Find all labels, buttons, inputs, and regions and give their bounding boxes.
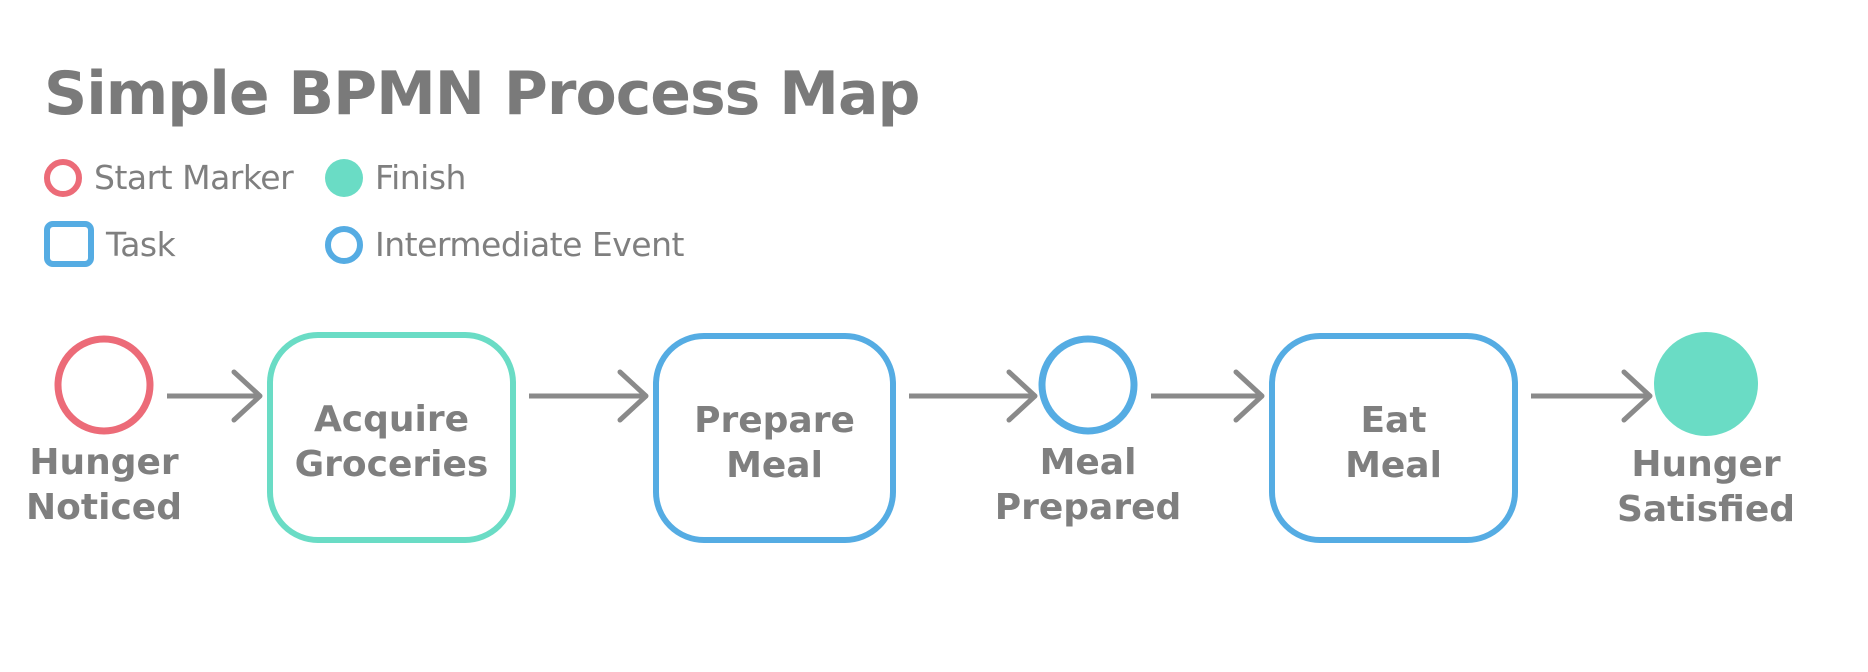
node-label: Satisfied — [1617, 489, 1795, 530]
start-event-shape — [54, 335, 154, 435]
node-prepared[interactable]: MealPrepared — [995, 335, 1182, 528]
intermediate-event-shape — [1038, 335, 1138, 435]
sequence-flow-arrow — [529, 369, 649, 423]
node-eat[interactable]: EatMeal — [1269, 333, 1518, 543]
node-label: Groceries — [295, 444, 489, 485]
node-label: Meal — [1345, 445, 1442, 486]
node-label: Prepare — [694, 400, 855, 441]
end-event-shape — [1654, 332, 1758, 436]
node-label: Acquire — [314, 399, 469, 440]
node-finish[interactable]: HungerSatisfied — [1617, 332, 1795, 530]
node-label: Meal — [726, 445, 823, 486]
node-label: Hunger — [1631, 444, 1781, 485]
node-label: Hunger — [29, 442, 179, 483]
node-label: Noticed — [26, 487, 182, 528]
node-prepare[interactable]: PrepareMeal — [653, 333, 896, 543]
node-label: Meal — [1040, 442, 1137, 483]
process-flow: HungerNoticedAcquireGroceriesPrepareMeal… — [26, 332, 1795, 543]
node-label: Prepared — [995, 487, 1182, 528]
sequence-flow-arrow — [167, 369, 263, 423]
sequence-flow-arrow — [909, 369, 1038, 423]
node-acquire[interactable]: AcquireGroceries — [267, 332, 516, 543]
sequence-flow-arrow — [1151, 369, 1265, 423]
node-start[interactable]: HungerNoticed — [26, 335, 182, 528]
node-label: Eat — [1360, 400, 1426, 441]
sequence-flow-arrow — [1531, 369, 1653, 423]
